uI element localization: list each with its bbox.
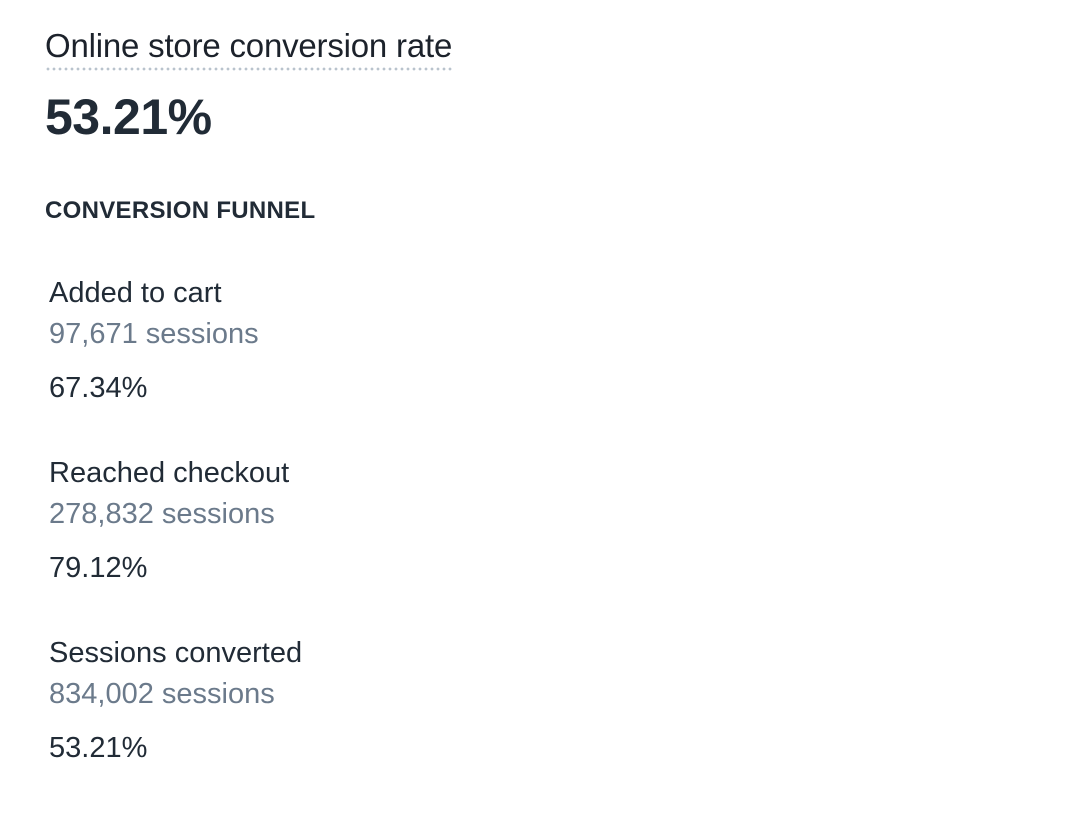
funnel-step-sessions: 834,002 sessions xyxy=(49,678,275,710)
funnel-step-sessions: 97,671 sessions xyxy=(49,318,259,350)
funnel-step-sessions-converted: Sessions converted 834,002 sessions 53.2… xyxy=(49,634,649,814)
funnel-step-label: Sessions converted xyxy=(49,637,303,669)
funnel-step-rate: 79.12% xyxy=(49,552,148,584)
funnel-step-rate: 67.34% xyxy=(49,372,148,404)
funnel-step-reached-checkout: Reached checkout 278,832 sessions 79.12% xyxy=(49,454,649,634)
card-title[interactable]: Online store conversion rate xyxy=(45,26,452,71)
funnel-step-label: Added to cart xyxy=(49,277,222,309)
conversion-funnel: Added to cart 97,671 sessions 67.34% Rea… xyxy=(49,274,649,814)
conversion-rate-value: 53.21% xyxy=(45,89,212,145)
conversion-rate-card: Online store conversion rate 53.21% CONV… xyxy=(45,0,1035,800)
funnel-step-label: Reached checkout xyxy=(49,457,290,489)
funnel-step-sessions: 278,832 sessions xyxy=(49,498,275,530)
funnel-step-rate: 53.21% xyxy=(49,732,148,764)
funnel-step-added-to-cart: Added to cart 97,671 sessions 67.34% xyxy=(49,274,649,454)
funnel-heading: CONVERSION FUNNEL xyxy=(45,197,316,224)
